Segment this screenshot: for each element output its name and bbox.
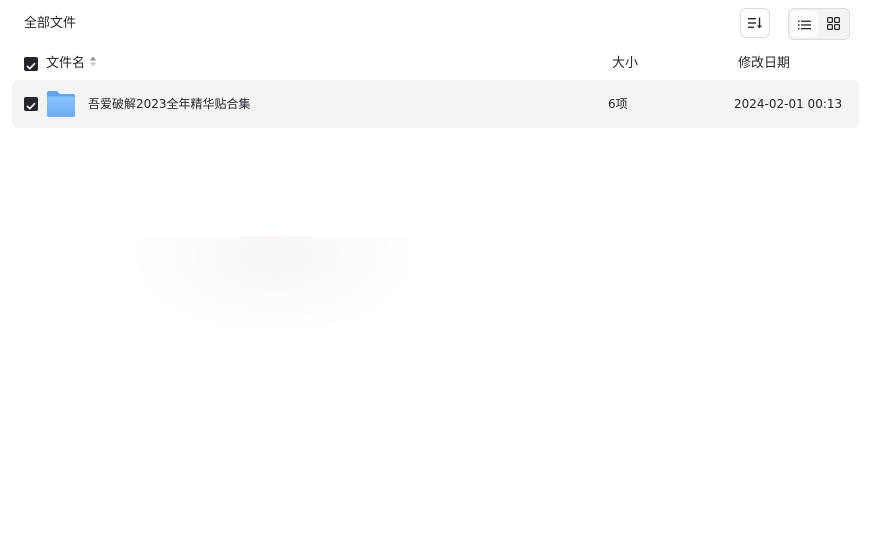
breadcrumb[interactable]: 全部文件 xyxy=(24,15,76,33)
sort-icon xyxy=(748,14,762,33)
file-modified-date: 2024-02-01 00:13 xyxy=(734,97,843,111)
grid-view-button[interactable] xyxy=(820,11,847,37)
file-browser: 全部文件 文件名 大小 修改日期 吾爱破解2023全年精华贴合集 6项 2024… xyxy=(0,0,874,538)
column-header-date[interactable]: 修改日期 xyxy=(738,56,790,72)
folder-icon xyxy=(46,90,76,118)
view-toggle xyxy=(788,8,850,40)
table-row[interactable]: 吾爱破解2023全年精华贴合集 6项 2024-02-01 00:13 xyxy=(12,80,859,128)
checkmark-icon xyxy=(26,95,36,114)
sort-button[interactable] xyxy=(740,8,770,38)
column-header-name-label: 文件名 xyxy=(46,56,86,71)
grid-view-icon xyxy=(827,15,841,34)
select-all-checkbox[interactable] xyxy=(24,57,38,71)
column-header-name[interactable]: 文件名 xyxy=(46,56,97,72)
list-view-icon xyxy=(798,15,811,34)
sort-arrows-icon xyxy=(90,56,97,72)
row-checkbox[interactable] xyxy=(24,97,38,111)
file-size: 6项 xyxy=(608,97,628,111)
background-watermark xyxy=(130,236,420,336)
file-name[interactable]: 吾爱破解2023全年精华贴合集 xyxy=(88,96,251,112)
list-view-button[interactable] xyxy=(791,11,818,37)
checkmark-icon xyxy=(26,55,36,74)
column-header-size[interactable]: 大小 xyxy=(612,56,638,72)
table-header: 文件名 大小 修改日期 xyxy=(12,50,859,78)
